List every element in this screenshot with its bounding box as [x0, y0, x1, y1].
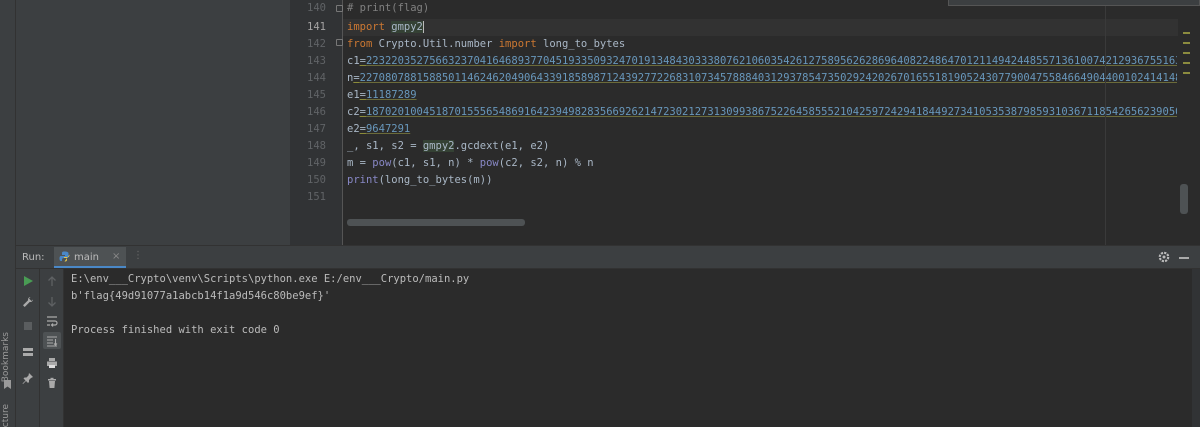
console-command-line: E:\env___Crypto\venv\Scripts\python.exe …: [71, 273, 470, 285]
e2-value: 9647291: [365, 123, 411, 135]
run-tab-main[interactable]: main ×: [54, 247, 126, 268]
line-number-145: 145: [307, 89, 326, 101]
horizontal-scrollbar[interactable]: [347, 219, 525, 226]
run-label: Run:: [22, 252, 45, 263]
warning-marker[interactable]: [1183, 32, 1190, 34]
n-value: 2270807881588501146246204906433918589871…: [359, 72, 1177, 84]
python-icon: [59, 251, 70, 262]
console-flag-output: b'flag{49d91077a1abcb14f1a9d546c80be9ef}…: [71, 290, 331, 302]
arrow-down-icon[interactable]: [46, 296, 58, 308]
trash-icon[interactable]: [46, 377, 58, 389]
line-number-143: 143: [307, 55, 326, 67]
vertical-scrollbar[interactable]: [1180, 184, 1188, 214]
line-number-150: 150: [307, 174, 326, 186]
code-line-141: import gmpy2: [347, 19, 424, 36]
line-number-148: 148: [307, 140, 326, 152]
code-line-145: e1=11187289: [347, 89, 417, 101]
warning-marker[interactable]: [1183, 52, 1190, 54]
popup-panel-edge: [948, 0, 1200, 6]
line-number-146: 146: [307, 106, 326, 118]
code-line-150: print(long_to_bytes(m)): [347, 174, 493, 186]
run-window-header: Run: main × ⋮: [16, 246, 1200, 269]
layout-icon[interactable]: [22, 346, 34, 358]
scroll-to-end-icon[interactable]: [46, 335, 58, 347]
code-line-147: e2=9647291: [347, 123, 411, 135]
more-options-icon[interactable]: ⋮: [133, 250, 143, 261]
fold-marker[interactable]: [336, 39, 343, 46]
pin-icon[interactable]: [22, 372, 34, 384]
line-number-147: 147: [307, 123, 326, 135]
run-toolbar-primary: [16, 269, 40, 427]
c1-value: 2232203527566323704164689377045193350932…: [365, 55, 1177, 67]
run-tab-label: main: [74, 252, 99, 263]
close-tab-icon[interactable]: ×: [112, 251, 120, 262]
line-number-149: 149: [307, 157, 326, 169]
code-line-144: n=22708078815885011462462049064339185898…: [347, 70, 1177, 87]
run-tool-window: Run: main × ⋮ E:\env___Crypto\venv\Scrip…: [16, 245, 1200, 427]
c2-value: 1870201004518701555654869164239498283566…: [365, 106, 1177, 118]
code-line-142: from Crypto.Util.number import long_to_b…: [347, 38, 626, 50]
minimize-icon[interactable]: [1179, 257, 1189, 259]
code-line-143: c1=2232203527566323704164689377045193350…: [347, 53, 1177, 70]
line-number-151: 151: [307, 191, 326, 203]
warning-marker[interactable]: [1183, 72, 1190, 74]
project-panel: [16, 0, 290, 245]
line-number-142: 142: [307, 38, 326, 50]
fold-marker[interactable]: [336, 5, 343, 12]
console-output[interactable]: E:\env___Crypto\venv\Scripts\python.exe …: [71, 269, 1181, 427]
right-margin-guide: [1105, 0, 1106, 245]
warning-marker[interactable]: [1183, 42, 1190, 44]
gutter-border: [342, 0, 343, 245]
code-line-146: c2=1870201004518701555654869164239498283…: [347, 104, 1177, 121]
gmpy2-module: gmpy2: [391, 21, 423, 33]
line-number-140: 140: [307, 2, 326, 14]
left-tool-strip: Bookmarks Structure: [0, 0, 16, 427]
gear-icon[interactable]: [1157, 250, 1171, 264]
run-toolbar-secondary: [40, 269, 64, 427]
print-icon[interactable]: [46, 357, 58, 369]
console-scrollbar-track[interactable]: [1192, 269, 1200, 427]
line-number-141: 141: [307, 21, 326, 33]
code-line-148: _, s1, s2 = gmpy2.gcdext(e1, e2): [347, 140, 550, 152]
code-editor[interactable]: 140 141 142 143 144 145 146 147 148 149 150 151 # p…: [290, 0, 1200, 245]
console-exit-status: Process finished with exit code 0: [71, 324, 280, 336]
run-icon[interactable]: [22, 275, 34, 287]
e1-value: 11187289: [365, 89, 417, 101]
code-area[interactable]: # print(flag) import gmpy2 from Crypto.U…: [347, 0, 1177, 245]
line-number-144: 144: [307, 72, 326, 84]
structure-tool-tab[interactable]: Structure: [1, 404, 11, 427]
stop-icon[interactable]: [22, 320, 34, 332]
code-line-140: # print(flag): [347, 2, 430, 14]
bookmarks-tool-tab[interactable]: Bookmarks: [1, 332, 11, 382]
soft-wrap-icon[interactable]: [46, 315, 58, 327]
import-keyword: import: [347, 21, 385, 33]
wrench-icon[interactable]: [22, 296, 34, 308]
code-line-149: m = pow(c1, s1, n) * pow(c2, s2, n) % n: [347, 157, 594, 169]
text-caret: [422, 21, 424, 33]
warning-marker[interactable]: [1183, 62, 1190, 64]
arrow-up-icon[interactable]: [46, 275, 58, 287]
